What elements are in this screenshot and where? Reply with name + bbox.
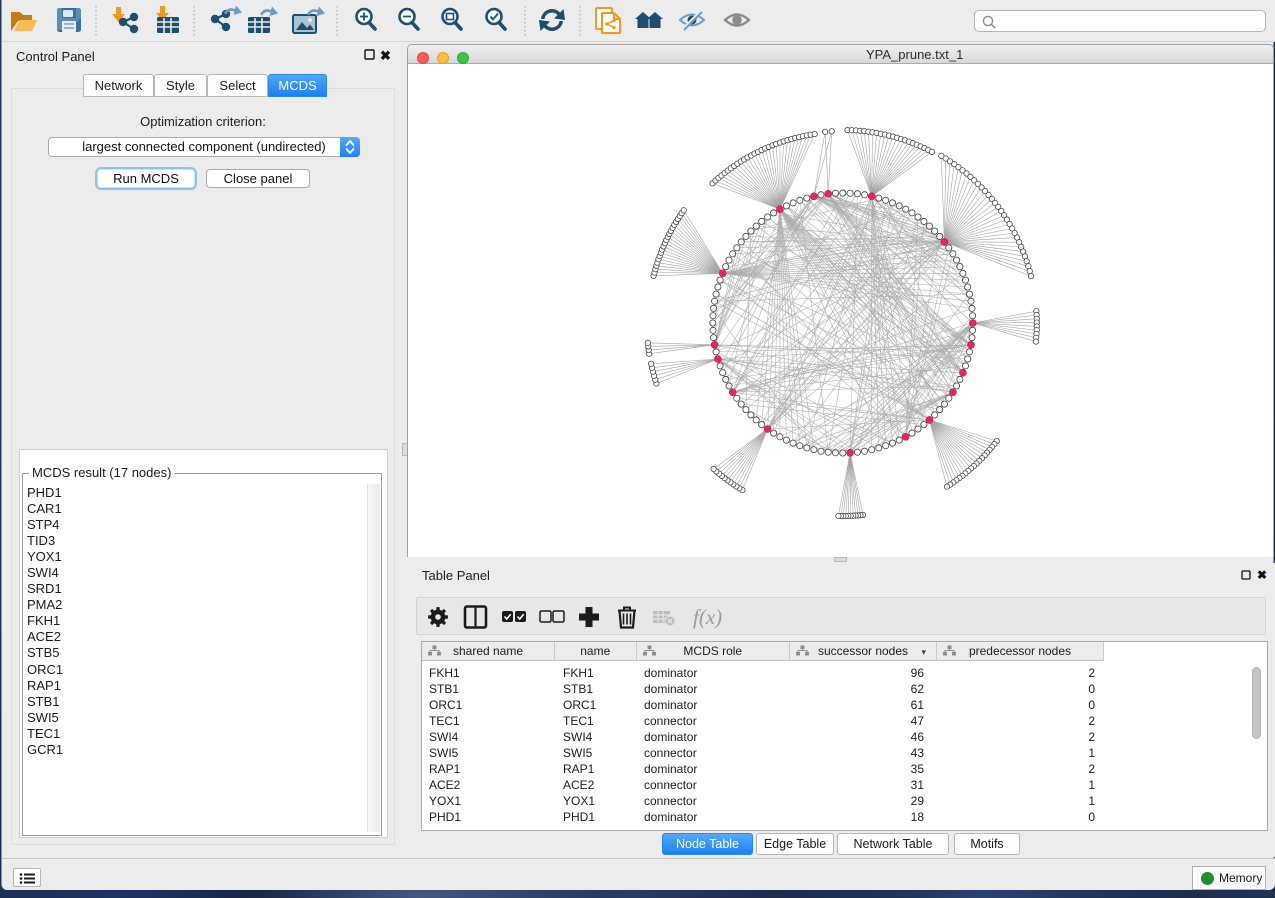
svg-text:f(x): f(x)	[693, 605, 722, 629]
